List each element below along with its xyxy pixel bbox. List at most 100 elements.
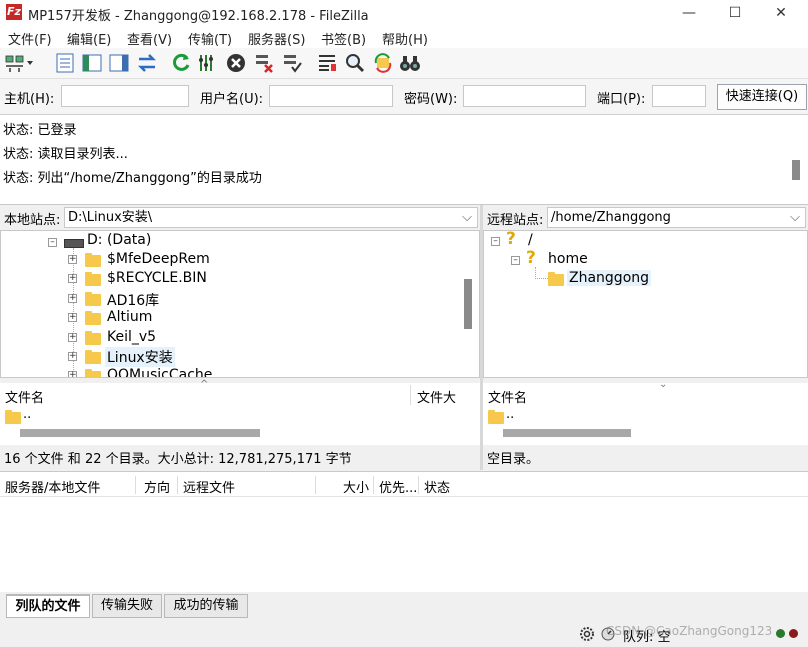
tree-item[interactable]: Keil_v5 <box>107 329 156 345</box>
folder-icon <box>85 350 101 364</box>
chevron-down-icon[interactable]: ⌵ <box>790 208 800 227</box>
collapse-icon[interactable]: – <box>491 237 500 246</box>
sync-browsing-icon[interactable] <box>372 52 394 74</box>
menu-transfer[interactable]: 传输(T) <box>188 29 232 48</box>
queue-col-direction[interactable]: 方向 <box>144 477 170 496</box>
tab-failed-transfers[interactable]: 传输失败 <box>92 594 162 618</box>
log-scrollbar-thumb[interactable] <box>792 160 800 180</box>
remote-tree-home[interactable]: home <box>548 251 588 267</box>
remote-list-hscroll-thumb[interactable] <box>503 429 631 437</box>
parent-dir-item[interactable]: .. <box>506 407 514 422</box>
toolbar <box>0 48 808 79</box>
title-bar: Fz MP157开发板 - Zhanggong@192.168.2.178 - … <box>0 0 808 26</box>
site-manager-icon[interactable] <box>4 52 34 74</box>
menu-view[interactable]: 查看(V) <box>127 29 172 48</box>
column-divider[interactable] <box>418 476 419 494</box>
expand-icon[interactable]: + <box>68 371 77 377</box>
local-directory-tree[interactable]: – D: (Data) + $MfeDeepRem + $RECYCLE.BIN… <box>0 230 480 378</box>
tab-queued-files[interactable]: 列队的文件 <box>6 594 90 618</box>
drive-icon <box>64 239 84 248</box>
queue-col-remote-file[interactable]: 远程文件 <box>183 477 235 496</box>
toggle-local-tree-icon[interactable] <box>81 52 103 74</box>
queue-col-size[interactable]: 大小 <box>343 477 369 496</box>
menu-file[interactable]: 文件(F) <box>8 29 52 48</box>
cancel-operation-icon[interactable] <box>225 52 247 74</box>
toggle-message-log-icon[interactable] <box>54 52 76 74</box>
close-button[interactable]: ✕ <box>758 0 804 26</box>
expand-icon[interactable]: + <box>68 352 77 361</box>
pane-splitter[interactable] <box>480 205 483 470</box>
remote-directory-tree[interactable]: – ? / – ? home Zhanggong <box>483 230 808 378</box>
remote-path-combo[interactable]: /home/Zhanggong ⌵ <box>547 207 806 228</box>
gear-icon[interactable] <box>579 626 595 642</box>
expand-icon[interactable]: + <box>68 294 77 303</box>
tab-successful-transfers[interactable]: 成功的传输 <box>164 594 248 618</box>
tree-item[interactable]: $MfeDeepRem <box>107 251 210 267</box>
tree-item-selected[interactable]: Linux安装 <box>105 347 175 367</box>
question-folder-icon: ? <box>526 248 536 268</box>
expand-icon[interactable]: + <box>68 333 77 342</box>
queue-col-priority[interactable]: 优先... <box>379 477 417 496</box>
remote-tree-zhanggong-selected[interactable]: Zhanggong <box>567 270 652 286</box>
remote-site-label: 远程站点: <box>487 213 544 228</box>
remote-tree-root[interactable]: / <box>528 232 533 248</box>
sort-down-icon: ⌄ <box>659 379 668 390</box>
remote-status: 空目录。 <box>487 452 540 467</box>
collapse-icon[interactable]: – <box>511 256 520 265</box>
remote-col-filename[interactable]: 文件名 <box>488 387 527 406</box>
tree-item[interactable]: $RECYCLE.BIN <box>107 270 207 286</box>
tree-item[interactable]: AD16库 <box>107 290 159 310</box>
queue-col-server-local[interactable]: 服务器/本地文件 <box>5 477 100 496</box>
binoculars-icon[interactable] <box>399 52 421 74</box>
collapse-icon[interactable]: – <box>48 238 57 247</box>
toggle-transfer-queue-icon[interactable] <box>136 52 158 74</box>
directory-filter-icon[interactable] <box>316 52 338 74</box>
local-path-combo[interactable]: D:\Linux安装\ ⌵ <box>64 207 478 228</box>
search-icon[interactable] <box>344 52 366 74</box>
parent-dir-item[interactable]: .. <box>23 407 31 422</box>
menu-edit[interactable]: 编辑(E) <box>67 29 111 48</box>
toggle-remote-tree-icon[interactable] <box>108 52 130 74</box>
tree-drive-d[interactable]: D: (Data) <box>87 232 151 248</box>
refresh-icon[interactable] <box>170 52 192 74</box>
tree-item[interactable]: Altium <box>107 309 152 325</box>
folder-icon <box>85 292 101 306</box>
local-col-filesize[interactable]: 文件大 <box>417 387 456 406</box>
port-label: 端口(P): <box>597 92 646 107</box>
column-divider[interactable] <box>410 385 411 405</box>
quickconnect-button[interactable]: 快速连接(Q) <box>717 84 807 110</box>
folder-icon <box>85 311 101 325</box>
column-divider[interactable] <box>315 476 316 494</box>
port-input[interactable] <box>652 85 706 107</box>
column-divider[interactable] <box>373 476 374 494</box>
queue-col-status[interactable]: 状态 <box>424 477 450 496</box>
process-queue-icon[interactable] <box>197 52 219 74</box>
folder-icon <box>85 253 101 267</box>
password-input[interactable] <box>463 85 586 107</box>
reconnect-icon[interactable] <box>281 52 303 74</box>
local-list-hscroll-thumb[interactable] <box>20 429 260 437</box>
remote-path-value: /home/Zhanggong <box>551 210 671 225</box>
menu-bookmarks[interactable]: 书签(B) <box>321 29 366 48</box>
message-log[interactable]: 状态: 已登录 状态: 读取目录列表... 状态: 列出“/home/Zhang… <box>0 115 808 205</box>
menu-help[interactable]: 帮助(H) <box>382 29 428 48</box>
expand-icon[interactable]: + <box>68 255 77 264</box>
tree-item[interactable]: QQMusicCache <box>107 367 212 377</box>
host-input[interactable] <box>61 85 189 107</box>
maximize-button[interactable]: ☐ <box>712 0 758 26</box>
column-divider[interactable] <box>135 476 136 494</box>
disconnect-icon[interactable] <box>253 52 275 74</box>
tree-guide-line <box>535 267 548 279</box>
local-tree-scrollbar-thumb[interactable] <box>464 279 472 329</box>
column-divider[interactable] <box>177 476 178 494</box>
local-col-filename[interactable]: 文件名 <box>5 387 44 406</box>
username-input[interactable] <box>269 85 393 107</box>
remote-file-list[interactable]: .. <box>483 407 808 445</box>
minimize-button[interactable]: — <box>666 0 712 26</box>
chevron-down-icon[interactable]: ⌵ <box>462 208 472 227</box>
menu-server[interactable]: 服务器(S) <box>248 29 305 48</box>
expand-icon[interactable]: + <box>68 274 77 283</box>
transfer-queue[interactable]: 服务器/本地文件 方向 远程文件 大小 优先... 状态 <box>0 471 808 592</box>
local-file-list[interactable]: .. <box>0 407 480 445</box>
expand-icon[interactable]: + <box>68 313 77 322</box>
